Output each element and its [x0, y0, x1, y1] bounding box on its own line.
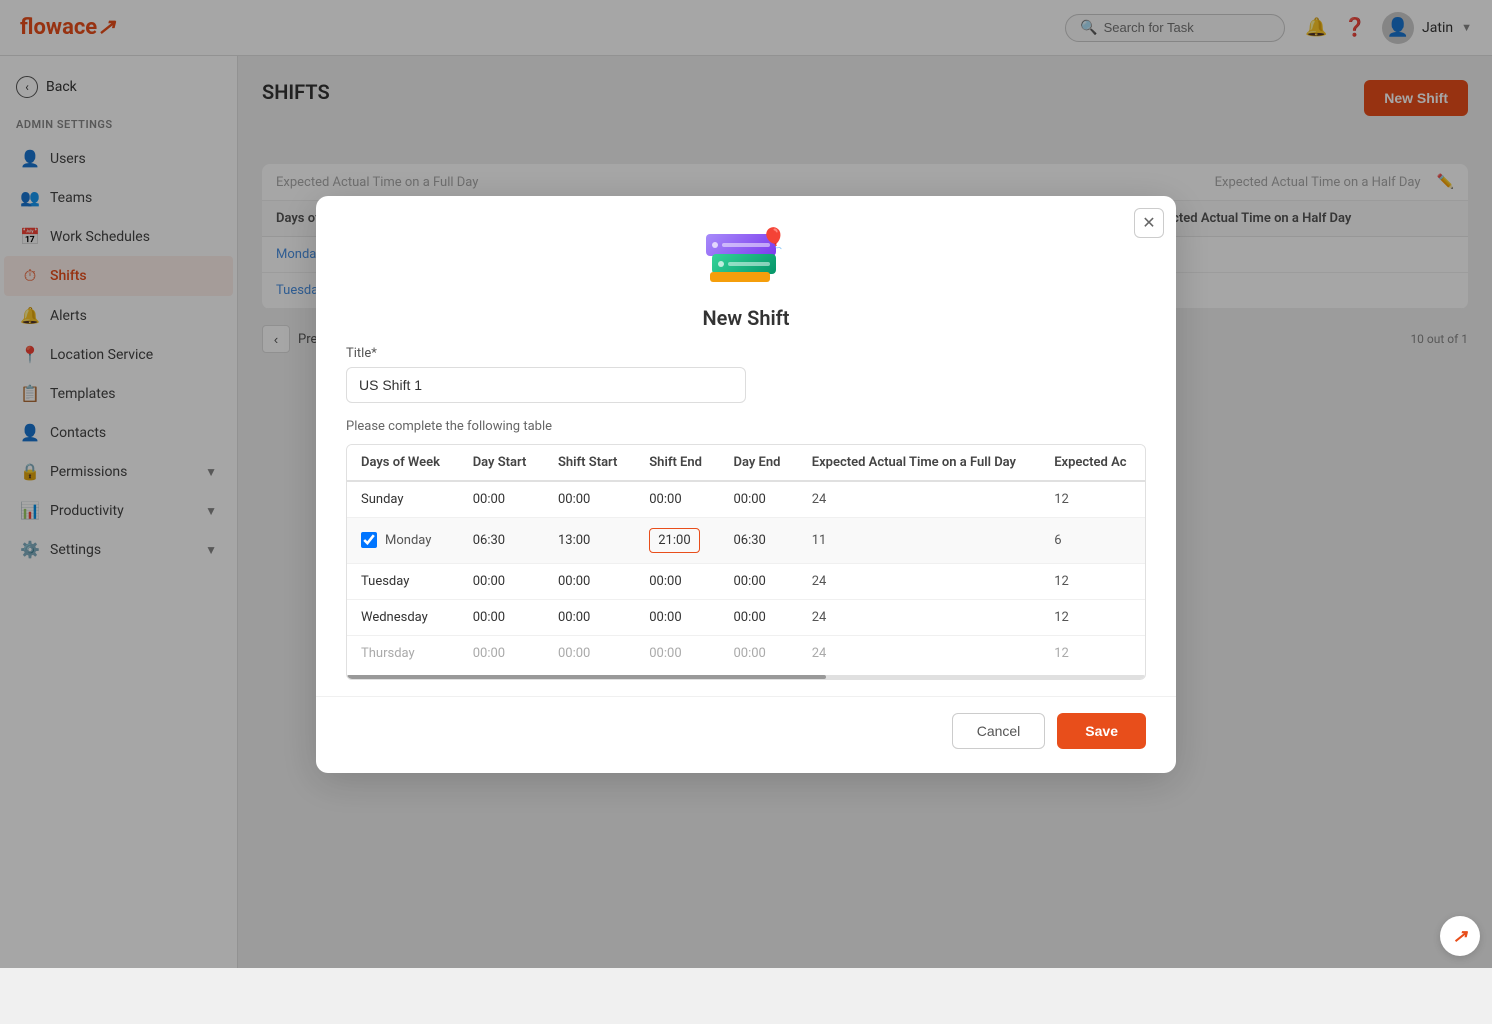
modal-overlay[interactable]: ✕ 🎈 New Shift Title* Please complete t [0, 0, 1492, 968]
col-half-day: Expected Ac [1040, 445, 1145, 481]
table-row: Sunday 00:00 00:00 00:00 00:00 24 12 [347, 481, 1145, 518]
shift-table: Days of Week Day Start Shift Start Shift… [347, 445, 1145, 671]
full-day-cell: 24 [798, 563, 1040, 599]
shift-start-cell: 00:00 [544, 635, 635, 671]
shift-start-cell: 00:00 [544, 481, 635, 518]
day-cell: Thursday [347, 635, 459, 671]
day-start-cell: 00:00 [459, 563, 544, 599]
day-cell: Monday [347, 517, 459, 563]
modal-header: 🎈 New Shift [316, 196, 1176, 346]
day-cell: Wednesday [347, 599, 459, 635]
table-row: Thursday 00:00 00:00 00:00 00:00 24 12 [347, 635, 1145, 671]
col-full-day: Expected Actual Time on a Full Day [798, 445, 1040, 481]
shift-end-cell: 00:00 [635, 563, 719, 599]
full-day-cell: 24 [798, 599, 1040, 635]
table-row: Tuesday 00:00 00:00 00:00 00:00 24 12 [347, 563, 1145, 599]
modal-body: Title* Please complete the following tab… [316, 346, 1176, 696]
day-cell: Sunday [347, 481, 459, 518]
day-end-cell: 00:00 [719, 563, 797, 599]
half-day-cell: 12 [1040, 635, 1145, 671]
half-day-cell: 12 [1040, 563, 1145, 599]
col-day-end: Day End [719, 445, 797, 481]
modal-footer: Cancel Save [316, 696, 1176, 773]
shift-end-cell: 00:00 [635, 635, 719, 671]
day-start-cell: 00:00 [459, 599, 544, 635]
table-hint: Please complete the following table [346, 419, 1146, 434]
half-day-cell: 12 [1040, 599, 1145, 635]
bottom-logo-icon: ↗ [1452, 926, 1467, 947]
monday-checkbox[interactable] [361, 532, 377, 548]
illus-card3 [710, 272, 770, 282]
day-start-cell: 00:00 [459, 635, 544, 671]
scroll-thumb [347, 675, 826, 679]
modal-close-button[interactable]: ✕ [1134, 208, 1164, 238]
col-day-start: Day Start [459, 445, 544, 481]
shift-start-cell: 00:00 [544, 563, 635, 599]
balloon-icon: 🎈 [761, 226, 786, 250]
table-row: Monday 06:30 13:00 21:00 06:30 11 6 [347, 517, 1145, 563]
cancel-button[interactable]: Cancel [952, 713, 1046, 749]
day-end-cell: 00:00 [719, 481, 797, 518]
day-end-cell: 00:00 [719, 599, 797, 635]
col-shift-start: Shift Start [544, 445, 635, 481]
illus-dot [712, 242, 718, 248]
save-button[interactable]: Save [1057, 713, 1146, 749]
bottom-logo: ↗ [1440, 916, 1480, 956]
day-start-cell: 00:00 [459, 481, 544, 518]
full-day-cell: 24 [798, 635, 1040, 671]
half-day-cell: 12 [1040, 481, 1145, 518]
full-day-cell: 11 [798, 517, 1040, 563]
col-shift-end: Shift End [635, 445, 719, 481]
illus-dot [718, 261, 724, 267]
half-day-cell: 6 [1040, 517, 1145, 563]
table-row: Wednesday 00:00 00:00 00:00 00:00 24 12 [347, 599, 1145, 635]
new-shift-modal: ✕ 🎈 New Shift Title* Please complete t [316, 196, 1176, 773]
shift-table-wrapper: Days of Week Day Start Shift Start Shift… [346, 444, 1146, 680]
day-start-cell: 06:30 [459, 517, 544, 563]
modal-illustration: 🎈 [706, 226, 786, 296]
day-end-cell: 06:30 [719, 517, 797, 563]
scroll-indicator [347, 675, 1145, 679]
shift-end-cell: 00:00 [635, 481, 719, 518]
title-label: Title* [346, 346, 1146, 361]
full-day-cell: 24 [798, 481, 1040, 518]
illus-card2 [712, 254, 776, 274]
shift-start-cell: 13:00 [544, 517, 635, 563]
title-input[interactable] [346, 367, 746, 403]
col-days-of-week: Days of Week [347, 445, 459, 481]
day-cell: Tuesday [347, 563, 459, 599]
illus-line [728, 262, 770, 266]
shift-end-cell: 00:00 [635, 599, 719, 635]
shift-end-cell: 21:00 [635, 517, 719, 563]
shift-start-cell: 00:00 [544, 599, 635, 635]
day-end-cell: 00:00 [719, 635, 797, 671]
modal-title: New Shift [702, 306, 789, 330]
